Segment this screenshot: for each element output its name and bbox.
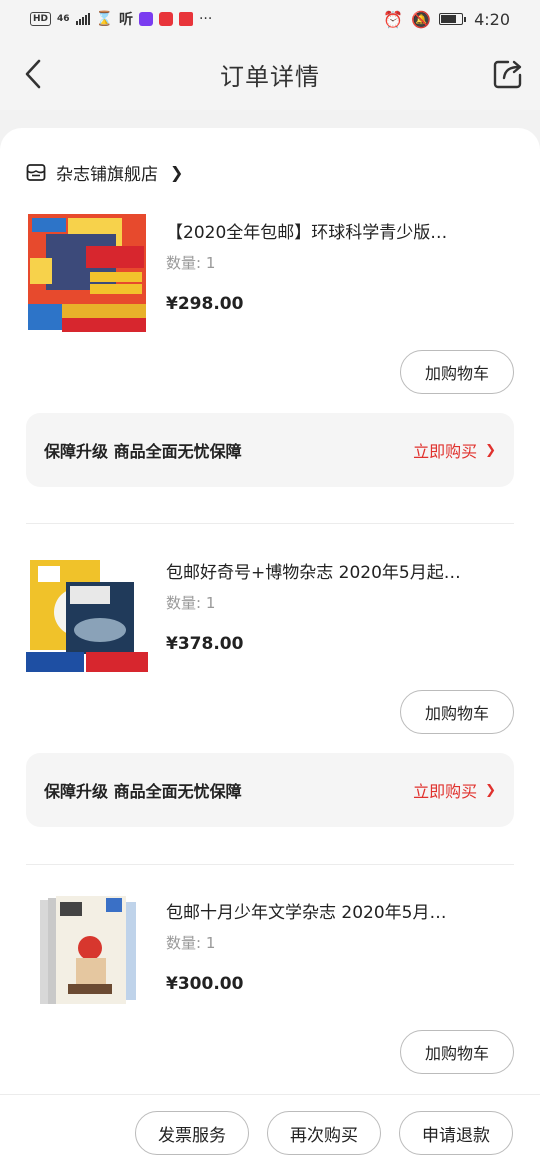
rebuy-button[interactable]: 再次购买	[267, 1111, 381, 1155]
bottom-action-bar: 发票服务 再次购买 申请退款	[0, 1094, 540, 1170]
alarm-icon: ⏰	[383, 9, 404, 29]
status-bar: HD 46 ⌛ 听 ··· ⏰ 🔕 4:20	[0, 0, 540, 38]
magazine-cover-image	[26, 552, 148, 674]
item-divider	[26, 864, 514, 865]
guarantee-banner[interactable]: 保障升级 商品全面无忧保障 立即购买 ❯	[26, 753, 514, 827]
refund-button[interactable]: 申请退款	[399, 1111, 513, 1155]
product-image[interactable]	[26, 212, 148, 334]
video-app-icon	[138, 12, 153, 26]
product-price: ¥378.00	[166, 634, 244, 654]
chevron-right-icon: ❯	[485, 442, 496, 458]
more-notifications-icon: ···	[198, 11, 213, 27]
shop-icon	[26, 163, 46, 181]
hourglass-icon: ⌛	[95, 11, 113, 27]
signal-icon	[75, 13, 90, 25]
buy-now-link[interactable]: 立即购买 ❯	[413, 438, 496, 462]
product-image[interactable]	[26, 552, 148, 674]
add-to-cart-button[interactable]: 加购物车	[400, 1030, 514, 1074]
toutiao-app-icon	[158, 12, 173, 26]
chevron-right-icon: ❯	[170, 163, 184, 182]
shop-name: 杂志铺旗舰店	[56, 165, 158, 185]
chevron-left-icon	[25, 59, 41, 89]
order-card: 杂志铺旗舰店 ❯ 【2020全年包邮】环球科学青少版… 数量: 1 ¥298.0…	[0, 128, 540, 1170]
order-item: 包邮好奇号+博物杂志 2020年5月起… 数量: 1 ¥378.00 加购物车	[26, 552, 514, 742]
buy-now-label: 立即购买	[413, 782, 478, 801]
nav-header: 订单详情	[0, 38, 540, 110]
share-icon	[493, 60, 522, 89]
battery-icon	[439, 13, 467, 25]
product-quantity: 数量: 1	[166, 934, 216, 952]
clock: 4:20	[474, 9, 510, 29]
item-divider	[26, 523, 514, 524]
invoice-button[interactable]: 发票服务	[135, 1111, 249, 1155]
chevron-right-icon: ❯	[485, 782, 496, 798]
buy-now-label: 立即购买	[413, 442, 478, 461]
shop-link[interactable]: 杂志铺旗舰店 ❯	[26, 160, 183, 185]
network-type: 46	[57, 14, 70, 24]
product-title[interactable]: 包邮十月少年文学杂志 2020年5月…	[166, 898, 506, 923]
back-button[interactable]	[16, 56, 50, 92]
mute-icon: 🔕	[411, 9, 432, 29]
share-button[interactable]	[490, 56, 526, 92]
product-quantity: 数量: 1	[166, 594, 216, 612]
news-app-icon	[178, 12, 193, 26]
product-price: ¥300.00	[166, 974, 244, 994]
product-image[interactable]	[26, 892, 148, 1014]
magazine-cover-image	[26, 892, 148, 1014]
add-to-cart-button[interactable]: 加购物车	[400, 690, 514, 734]
hd-icon: HD	[30, 12, 52, 26]
guarantee-text: 保障升级 商品全面无忧保障	[44, 442, 242, 461]
product-quantity: 数量: 1	[166, 254, 216, 272]
guarantee-banner[interactable]: 保障升级 商品全面无忧保障 立即购买 ❯	[26, 413, 514, 487]
product-title[interactable]: 【2020全年包邮】环球科学青少版…	[166, 218, 506, 243]
buy-now-link[interactable]: 立即购买 ❯	[413, 778, 496, 802]
order-item: 【2020全年包邮】环球科学青少版… 数量: 1 ¥298.00 加购物车	[26, 212, 514, 402]
product-title[interactable]: 包邮好奇号+博物杂志 2020年5月起…	[166, 558, 506, 583]
product-price: ¥298.00	[166, 294, 244, 314]
magazine-cover-image	[26, 212, 148, 334]
guarantee-text: 保障升级 商品全面无忧保障	[44, 782, 242, 801]
order-item: 包邮十月少年文学杂志 2020年5月… 数量: 1 ¥300.00 加购物车	[26, 892, 514, 1082]
ting-app-icon: 听	[118, 12, 133, 28]
page-title: 订单详情	[220, 62, 320, 91]
add-to-cart-button[interactable]: 加购物车	[400, 350, 514, 394]
